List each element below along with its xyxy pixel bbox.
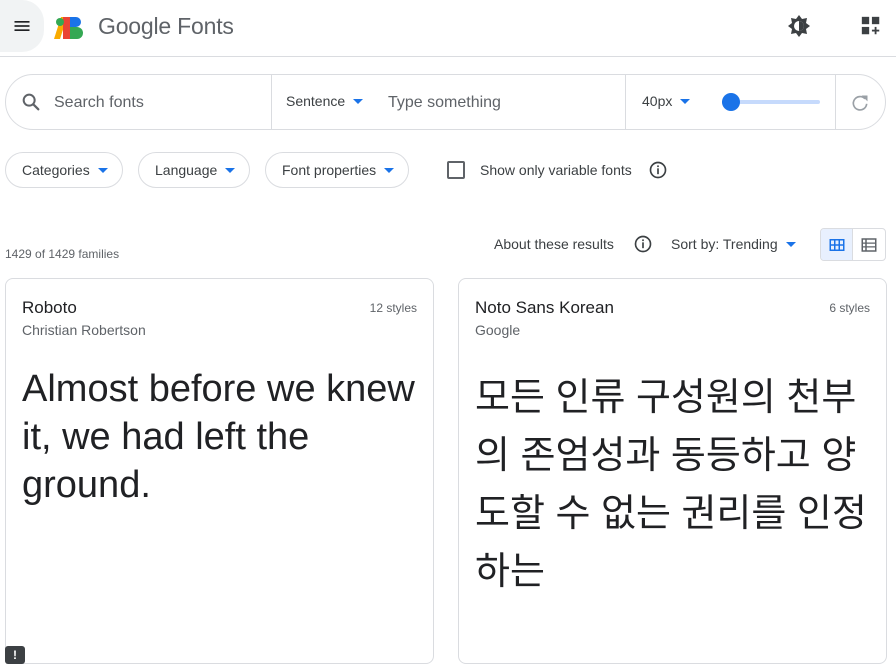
divider [835,75,836,129]
variable-fonts-label[interactable]: Show only variable fonts [480,162,632,178]
font-name: Noto Sans Korean [475,298,614,317]
categories-label: Categories [22,162,90,178]
categories-filter[interactable]: Categories [5,152,123,188]
sort-dropdown[interactable]: Sort by: Trending [671,236,796,252]
font-preview-text: Almost before we knew it, we had left th… [22,368,415,506]
brand-fonts: Fonts [177,13,234,39]
language-filter[interactable]: Language [138,152,251,188]
font-size-dropdown[interactable]: 40px [642,93,691,109]
list-view-button[interactable] [853,229,885,260]
google-fonts-logo-icon[interactable] [54,13,86,39]
add-apps-icon [861,16,880,35]
search-fonts-input[interactable] [54,90,264,116]
font-author: Google [475,322,521,338]
chevron-down-icon [353,98,364,104]
brand-google: Google [98,13,171,39]
view-toggle [820,228,886,261]
chevron-down-icon [680,98,691,104]
grid-view-icon [829,238,844,251]
preview-mode-dropdown[interactable]: Sentence [286,93,364,109]
add-apps-button[interactable] [858,13,884,39]
info-icon[interactable] [648,160,668,180]
preview-text-input[interactable] [388,90,613,116]
main-menu-button[interactable] [0,0,44,52]
font-styles-count: 6 styles [829,301,870,315]
font-size-slider[interactable] [718,92,822,112]
font-preview-text: 모든 인류 구성원의 천부의 존엄성과 동등하고 양도할 수 없는 권리를 인정… [475,377,867,593]
brightness-icon [788,15,810,37]
about-results-link[interactable]: About these results [494,236,614,252]
list-view-icon [861,237,877,252]
hamburger-icon [14,21,30,31]
sort-label: Sort by: Trending [671,236,778,252]
font-properties-label: Font properties [282,162,377,178]
brand-title[interactable]: Google Fonts [98,13,234,40]
divider [271,75,272,129]
search-icon [22,93,40,111]
refresh-icon [852,95,868,111]
chevron-down-icon [384,167,395,173]
font-properties-filter[interactable]: Font properties [265,152,410,188]
font-size-label: 40px [642,93,673,109]
font-name: Roboto [22,298,77,317]
results-count: 1429 of 1429 families [5,247,120,261]
font-author: Christian Robertson [22,322,146,338]
font-styles-count: 12 styles [369,301,417,315]
top-app-bar: Google Fonts [0,0,896,57]
info-icon[interactable] [633,234,653,254]
chevron-down-icon [225,167,236,173]
variable-fonts-checkbox[interactable] [447,161,465,179]
theme-toggle-button[interactable] [786,13,812,39]
grid-view-button[interactable] [821,229,854,260]
language-label: Language [155,162,218,178]
chevron-down-icon [785,241,796,247]
slider-thumb[interactable] [722,93,740,111]
feedback-button[interactable]: ! [5,646,25,664]
reset-button[interactable] [848,91,872,115]
divider [625,75,626,129]
preview-mode-label: Sentence [286,93,346,109]
chevron-down-icon [97,167,108,173]
font-card-roboto[interactable]: Roboto Christian Robertson 12 styles Alm… [5,278,434,664]
font-card-noto-sans-korean[interactable]: Noto Sans Korean Google 6 styles 모든 인류 구… [458,278,887,664]
search-toolbar: Sentence 40px [5,74,886,130]
